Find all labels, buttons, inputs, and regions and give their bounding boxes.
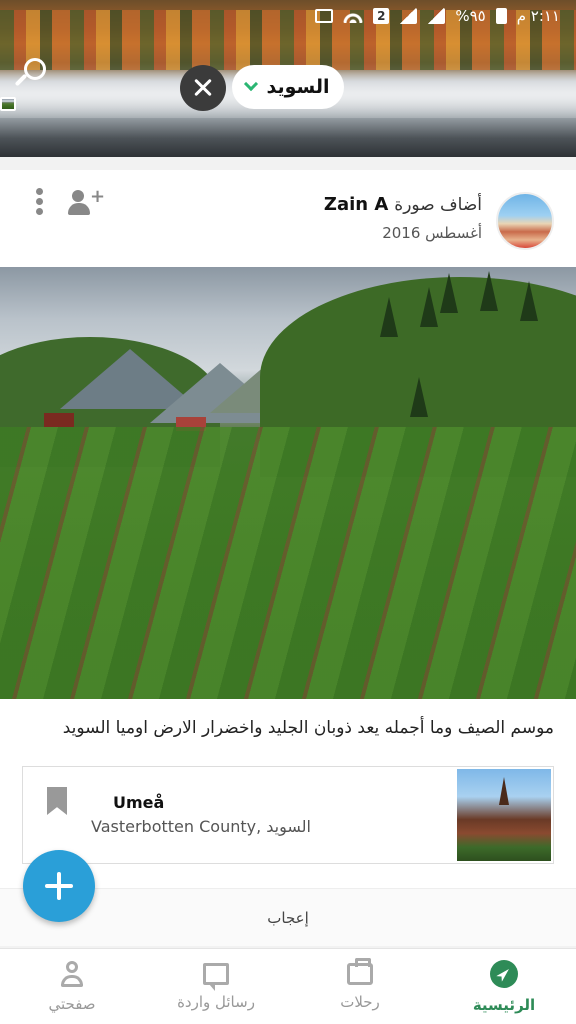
- place-card[interactable]: Umeå Vasterbotten County, السويد: [22, 766, 554, 864]
- country-filter-label: السويد: [266, 76, 330, 98]
- suitcase-icon: [347, 957, 373, 985]
- photo-tree: [480, 271, 498, 311]
- post-user-name[interactable]: Zain A: [324, 194, 388, 215]
- header-banner: 2 %٩٥ ٢:١١ م السويد: [0, 0, 576, 157]
- avatar[interactable]: [496, 192, 554, 250]
- country-filter-chip[interactable]: السويد: [232, 65, 344, 109]
- signal-icon: [399, 8, 418, 24]
- bottom-nav: الرئيسية رحلات رسائل واردة صفحتي: [0, 948, 576, 1024]
- nav-item-profile[interactable]: صفحتي: [0, 949, 144, 1024]
- nav-item-inbox[interactable]: رسائل واردة: [144, 949, 288, 1024]
- battery-icon: [495, 8, 507, 24]
- close-icon[interactable]: [180, 65, 226, 111]
- inbox-icon: [203, 962, 229, 991]
- post-header: أضاف صورة Zain A أغسطس 2016 +: [0, 170, 576, 267]
- photo-tree: [380, 297, 398, 337]
- profile-icon: [59, 960, 85, 987]
- photo-tree: [410, 377, 428, 417]
- status-right: 2 %٩٥ ٢:١١ م: [315, 7, 560, 25]
- nav-label-profile: صفحتي: [48, 994, 96, 1013]
- chevron-down-icon: [244, 76, 259, 92]
- add-post-button[interactable]: [23, 850, 95, 922]
- church-spire: [499, 777, 509, 805]
- place-region: Vasterbotten County, السويد: [91, 817, 311, 836]
- post-caption: موسم الصيف وما أجمله يعد ذوبان الجليد وا…: [62, 718, 554, 738]
- status-bar: 2 %٩٥ ٢:١١ م: [0, 0, 576, 111]
- more-options-icon[interactable]: [34, 188, 44, 218]
- network-badge: 2: [373, 8, 390, 24]
- post-date: أغسطس 2016: [382, 224, 482, 242]
- post-card: أضاف صورة Zain A أغسطس 2016 + موسم الصيف…: [0, 170, 576, 946]
- post-headline: أضاف صورة Zain A: [324, 194, 482, 215]
- photo-house: [44, 413, 74, 427]
- nav-label-home: الرئيسية: [472, 995, 536, 1014]
- nav-item-trips[interactable]: رحلات: [288, 949, 432, 1024]
- bookmark-icon[interactable]: [47, 787, 67, 815]
- sim-icon: [315, 9, 334, 23]
- battery-text: %٩٥: [455, 7, 486, 25]
- nav-label-trips: رحلات: [340, 992, 380, 1011]
- nav-label-inbox: رسائل واردة: [177, 992, 255, 1011]
- place-name: Umeå: [113, 793, 165, 812]
- status-time: ٢:١١ م: [516, 7, 560, 25]
- like-button[interactable]: إعجاب: [267, 909, 309, 927]
- post-photo[interactable]: [0, 267, 576, 699]
- photo-field-rows: [0, 427, 576, 699]
- signal-icon-2: [427, 8, 446, 24]
- place-thumbnail: [457, 769, 551, 861]
- gallery-icon: [0, 97, 16, 111]
- photo-tree: [440, 273, 458, 313]
- search-icon[interactable]: [14, 56, 48, 90]
- photo-tree: [520, 281, 538, 321]
- wifi-icon: [343, 9, 364, 23]
- post-action: أضاف صورة: [394, 195, 482, 215]
- photo-tree: [420, 287, 438, 327]
- nav-item-home[interactable]: الرئيسية: [432, 949, 576, 1024]
- add-friend-icon[interactable]: +: [66, 188, 105, 218]
- compass-icon: [490, 959, 518, 988]
